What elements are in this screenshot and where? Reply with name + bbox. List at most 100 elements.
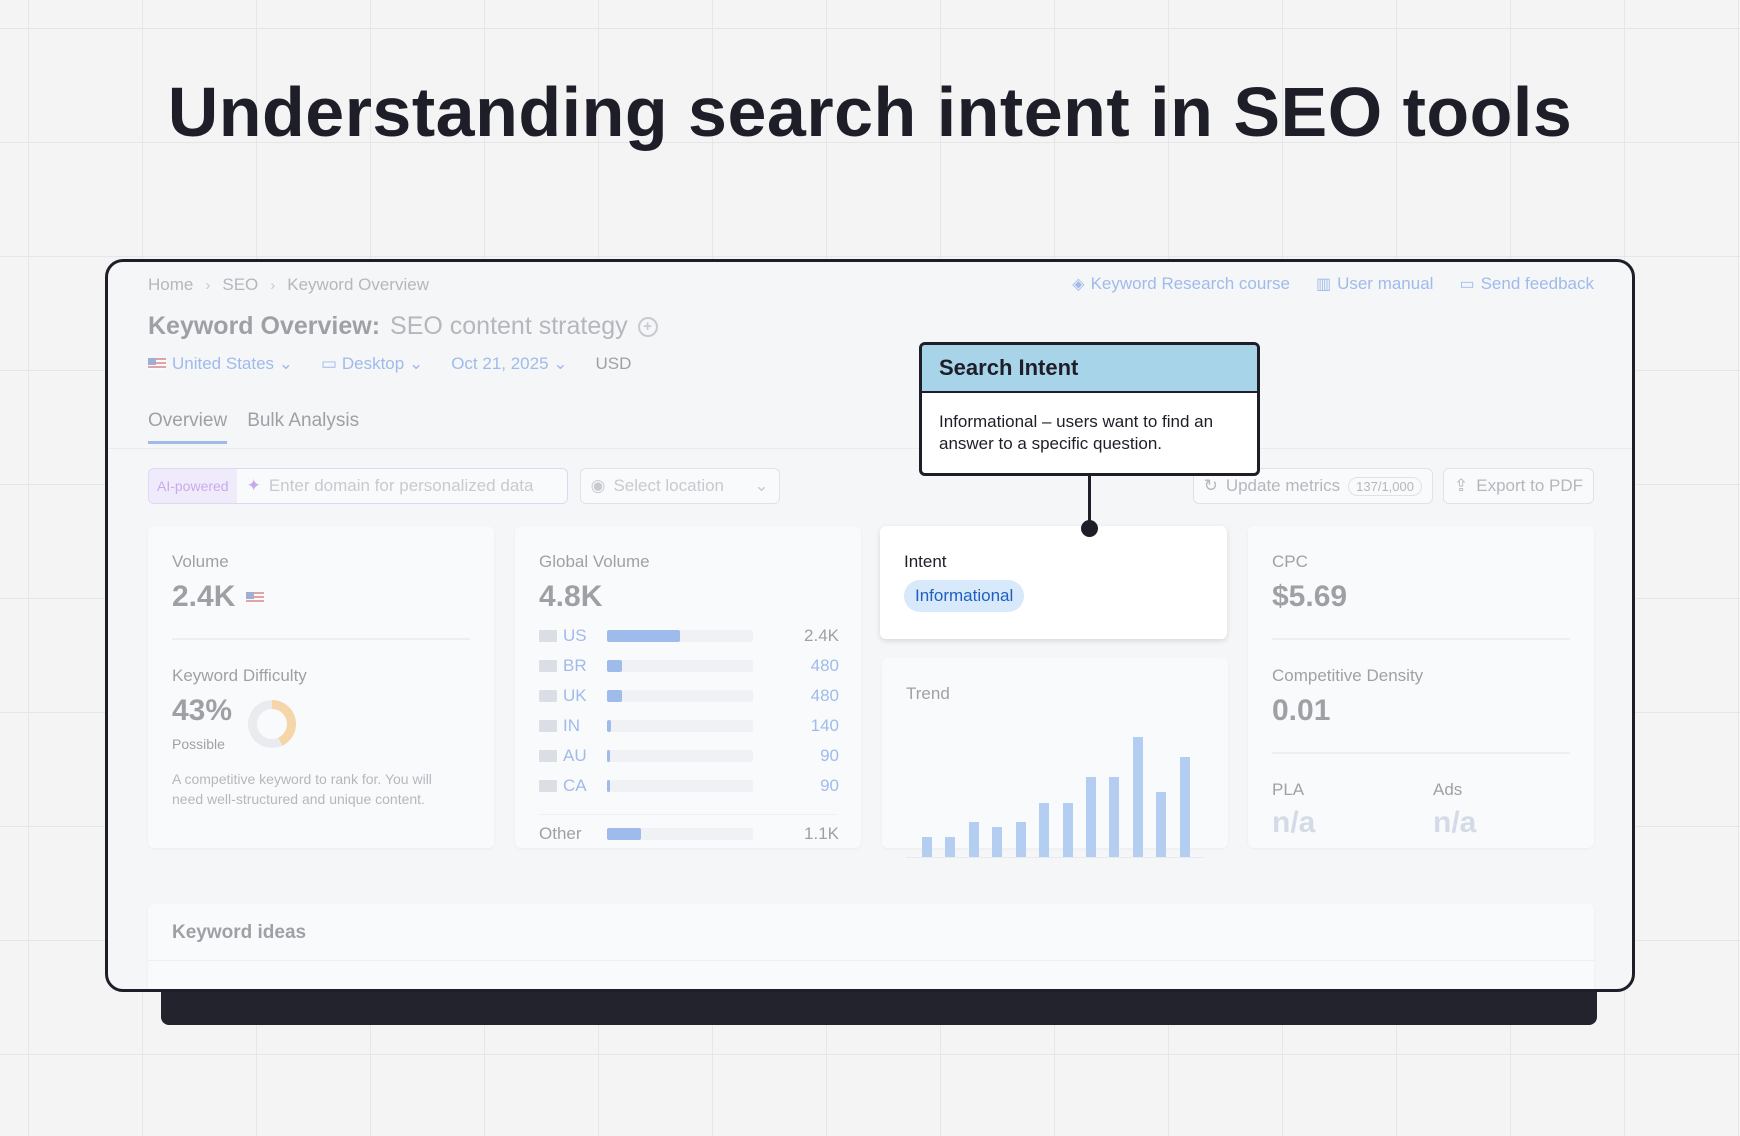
global-volume-row: US 2.4K [539, 626, 839, 646]
country-code[interactable]: CA [563, 776, 607, 796]
cpc-value: $5.69 [1272, 580, 1348, 613]
pla-value: n/a [1272, 806, 1316, 839]
share-bar-fill [607, 780, 610, 792]
country-code[interactable]: BR [563, 656, 607, 676]
keyword-ideas-card: Keyword ideas [148, 904, 1594, 989]
country-code[interactable]: US [563, 626, 607, 646]
intent-label: Intent [904, 552, 947, 571]
cpc-label: CPC [1272, 552, 1308, 571]
country-code[interactable]: IN [563, 716, 607, 736]
volume-card: Volume 2.4K Keyword Difficulty 43% Possi… [148, 526, 494, 848]
page-title-keyword: SEO content strategy [390, 312, 628, 340]
global-volume-row: IN 140 [539, 716, 839, 736]
date-select[interactable]: Oct 21, 2025 ⌄ [451, 354, 567, 374]
keyword-ideas-label: Keyword ideas [172, 922, 307, 943]
difficulty-label: Keyword Difficulty [172, 666, 307, 685]
flag-icon [539, 690, 557, 702]
country-code[interactable]: AU [563, 746, 607, 766]
breadcrumb-home[interactable]: Home [148, 275, 193, 295]
global-volume-row: BR 480 [539, 656, 839, 676]
us-flag-icon [148, 358, 166, 370]
help-links: ◈ Keyword Research course ▥ User manual ▭ S… [1072, 274, 1594, 294]
difficulty-donut [248, 700, 296, 748]
keyword-course-link[interactable]: ◈ Keyword Research course [1072, 274, 1290, 294]
book-icon: ▥ [1315, 276, 1332, 293]
volume-value[interactable]: 480 [753, 686, 839, 706]
location-pin-icon: ◉ [590, 476, 606, 495]
global-volume-card: Global Volume 4.8K US 2.4K BR 480 UK 480 IN 140… [515, 526, 861, 848]
trend-bar [1086, 777, 1096, 857]
desktop-icon: ▭ [321, 354, 338, 373]
trend-bar [945, 837, 955, 857]
other-label: Other [539, 824, 582, 843]
device-select[interactable]: ▭ Desktop ⌄ [321, 354, 423, 374]
chevron-down-icon: ⌄ [278, 354, 294, 373]
intent-badge[interactable]: Informational [904, 580, 1025, 612]
trend-bar [1180, 757, 1190, 857]
volume-value[interactable]: 140 [753, 716, 839, 736]
user-manual-link[interactable]: ▥ User manual [1316, 274, 1434, 294]
keyword-course-label: Keyword Research course [1090, 274, 1290, 293]
volume-label: Volume [172, 552, 229, 571]
share-bar-fill [607, 720, 611, 732]
country-select[interactable]: United States ⌄ [148, 354, 293, 374]
callout-body-line-1: Informational – users want to find an [939, 412, 1214, 431]
trend-bar [969, 822, 979, 857]
country-code[interactable]: UK [563, 686, 607, 706]
chevron-right-icon: › [270, 276, 276, 294]
trend-bar [1016, 822, 1026, 857]
volume-value[interactable]: 90 [753, 776, 839, 796]
trend-bar [1156, 792, 1166, 857]
domain-input[interactable]: ✦ Enter domain for personalized data [236, 469, 567, 503]
chevron-right-icon: › [205, 276, 211, 294]
trend-chart [906, 724, 1204, 858]
callout-title: Search Intent [922, 345, 1257, 393]
trend-bar [1063, 803, 1073, 857]
trend-label: Trend [906, 684, 950, 703]
send-feedback-link[interactable]: ▭ Send feedback [1459, 274, 1594, 294]
callout-dot [1081, 520, 1098, 537]
flag-icon [539, 720, 557, 732]
ads-label: Ads [1433, 780, 1463, 799]
flag-icon [539, 660, 557, 672]
callout-connector [1088, 476, 1091, 524]
ai-domain-input-group: AI-powered ✦ Enter domain for personalize… [148, 468, 568, 504]
send-feedback-label: Send feedback [1480, 274, 1594, 293]
tabs: Overview Bulk Analysis [148, 410, 359, 444]
ads-value: n/a [1433, 806, 1477, 839]
share-bar [607, 828, 753, 840]
competitive-density-value: 0.01 [1272, 694, 1331, 727]
difficulty-level: Possible [172, 736, 225, 752]
refresh-icon: ↻ [1203, 476, 1218, 495]
share-bar-fill [607, 750, 610, 762]
update-metrics-label: Update metrics [1225, 476, 1341, 495]
add-plus-icon[interactable]: + [637, 316, 658, 337]
share-bar [607, 630, 753, 642]
search-intent-callout: Search Intent Informational – users want… [919, 342, 1260, 476]
trend-card: Trend [882, 658, 1228, 858]
chevron-down-icon: ⌄ [408, 354, 424, 373]
chevron-down-icon: ⌄ [754, 476, 769, 495]
trend-bar [1109, 777, 1119, 857]
competitive-density-label: Competitive Density [1272, 666, 1424, 685]
country-label: United States [172, 354, 275, 373]
date-label: Oct 21, 2025 [451, 354, 549, 373]
global-volume-row: AU 90 [539, 746, 839, 766]
share-bar-fill [607, 828, 641, 840]
trend-bar [1133, 737, 1143, 857]
share-bar [607, 750, 753, 762]
location-select[interactable]: ◉ Select location ⌄ [579, 468, 780, 504]
tab-overview[interactable]: Overview [148, 410, 228, 444]
graduation-cap-icon: ◈ [1072, 276, 1085, 293]
global-volume-value: 4.8K [539, 580, 603, 613]
trend-bar [992, 827, 1002, 857]
volume-value[interactable]: 90 [753, 746, 839, 766]
volume-value[interactable]: 480 [753, 656, 839, 676]
breadcrumb-seo[interactable]: SEO [222, 275, 258, 295]
tab-bulk-analysis[interactable]: Bulk Analysis [247, 410, 359, 444]
export-pdf-button[interactable]: ⇪ Export to PDF [1442, 468, 1594, 504]
user-manual-label: User manual [1337, 274, 1434, 293]
page-title: Keyword Overview: SEO content strategy + [148, 312, 658, 341]
divider [539, 814, 837, 815]
divider [1272, 638, 1570, 640]
